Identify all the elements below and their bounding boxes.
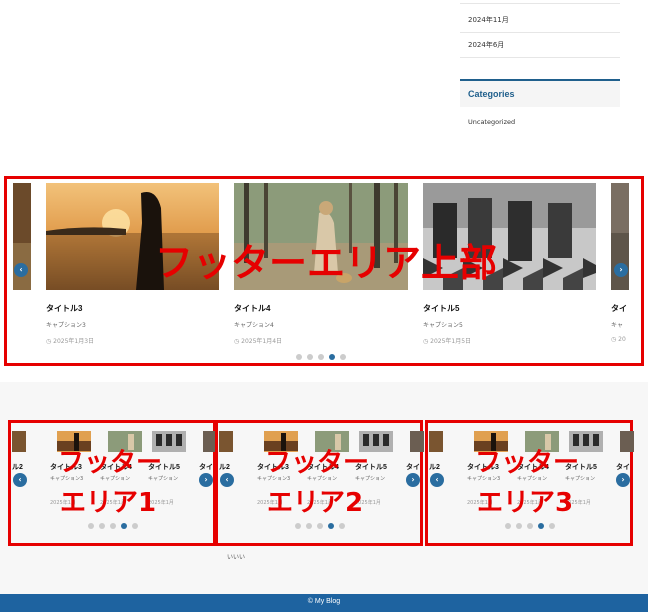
footer-area-overlay-label-line2: エリア1 — [60, 488, 157, 518]
copyright-text: © My Blog — [307, 598, 341, 605]
slider-prev-button[interactable]: ‹ — [14, 263, 28, 277]
mini-slider-dot[interactable] — [88, 523, 94, 529]
slide-caption: キャプション5 — [423, 322, 463, 329]
chevron-right-icon: › — [204, 475, 208, 484]
slide-date-text: 2025年1月4日 — [241, 338, 283, 345]
footer-area-overlay-label-line2: エリア3 — [477, 488, 574, 518]
chevron-left-icon: ‹ — [435, 475, 439, 484]
categories-widget-header: Categories — [460, 79, 620, 107]
chevron-left-icon: ‹ — [19, 265, 23, 274]
mini-slider-prev-button[interactable]: ‹ — [220, 473, 234, 487]
slide-title[interactable]: タイトル4 — [234, 303, 270, 314]
mini-slide-title[interactable]: ル2 — [219, 462, 230, 472]
sidebar-divider — [460, 57, 620, 58]
slider-dot[interactable] — [318, 354, 324, 360]
chevron-right-icon: › — [619, 265, 623, 274]
slider-dot[interactable] — [307, 354, 313, 360]
mini-slider-dot[interactable] — [339, 523, 345, 529]
mini-slide-title[interactable]: タイ — [616, 462, 630, 472]
mini-slider-prev-button[interactable]: ‹ — [13, 473, 27, 487]
mini-slide-image[interactable] — [219, 431, 233, 452]
mini-slider-prev-button[interactable]: ‹ — [430, 473, 444, 487]
footer-area-overlay-label-line1: フッター — [475, 448, 580, 478]
mini-slide-image[interactable] — [12, 431, 26, 452]
mini-slider-dot[interactable] — [527, 523, 533, 529]
mini-slider-dot[interactable] — [516, 523, 522, 529]
slider-dot[interactable] — [340, 354, 346, 360]
sidebar-divider — [460, 32, 620, 33]
slide-date: ◷ 20 — [611, 336, 626, 343]
slide-caption: キャプション3 — [46, 322, 86, 329]
mini-slider-next-button[interactable]: › — [199, 473, 213, 487]
mini-slide-title[interactable]: ル2 — [12, 462, 23, 472]
slide-date-text: 2025年1月3日 — [53, 338, 95, 345]
chevron-right-icon: › — [411, 475, 415, 484]
footer-area-overlay-label-line1: フッター — [58, 448, 163, 478]
footer-text: いいい — [227, 554, 246, 561]
mini-slide-image[interactable] — [620, 431, 634, 452]
footer-area-overlay-label-line1: フッター — [265, 448, 370, 478]
slide-caption: キャプション4 — [234, 322, 274, 329]
chevron-right-icon: › — [621, 475, 625, 484]
footer-area-overlay-label-line2: エリア2 — [267, 488, 364, 518]
mini-slider-next-button[interactable]: › — [406, 473, 420, 487]
mini-slide-title[interactable]: タイ — [406, 462, 420, 472]
mini-slider-dot[interactable] — [132, 523, 138, 529]
slider-dot-active[interactable] — [329, 354, 335, 360]
category-link-uncategorized[interactable]: Uncategorized — [468, 118, 515, 126]
slide-date-text: 20 — [618, 336, 626, 343]
slide-date: ◷ 2025年1月5日 — [423, 338, 472, 345]
mini-slider-dot[interactable] — [295, 523, 301, 529]
slide-date: ◷ 2025年1月4日 — [234, 338, 283, 345]
categories-title: Categories — [468, 89, 515, 99]
slider-next-button[interactable]: › — [614, 263, 628, 277]
mini-slider-dot[interactable] — [317, 523, 323, 529]
archive-link-2024-06[interactable]: 2024年6月 — [468, 40, 504, 50]
chevron-left-icon: ‹ — [18, 475, 22, 484]
mini-slider-dot-active[interactable] — [121, 523, 127, 529]
slider-dot[interactable] — [296, 354, 302, 360]
mini-slide-image[interactable] — [410, 431, 424, 452]
chevron-left-icon: ‹ — [225, 475, 229, 484]
mini-slide-image[interactable] — [429, 431, 443, 452]
mini-slider-dot[interactable] — [110, 523, 116, 529]
mini-slider-next-button[interactable]: › — [616, 473, 630, 487]
slide-title[interactable]: タイトル5 — [423, 303, 459, 314]
mini-slider-dot[interactable] — [505, 523, 511, 529]
mini-slide-title[interactable]: ル2 — [429, 462, 440, 472]
slide-date-text: 2025年1月5日 — [430, 338, 472, 345]
footer-top-overlay-label: フッターエリア上部 — [155, 241, 498, 285]
sidebar-divider — [460, 3, 620, 4]
mini-slider-dot-active[interactable] — [538, 523, 544, 529]
mini-slider-dot-active[interactable] — [328, 523, 334, 529]
slide-title[interactable]: タイトル3 — [46, 303, 82, 314]
mini-slider-dot[interactable] — [99, 523, 105, 529]
mini-slider-dot[interactable] — [549, 523, 555, 529]
archive-link-2024-11[interactable]: 2024年11月 — [468, 15, 509, 25]
slide-caption: キャ — [611, 322, 624, 329]
mini-slider-dot[interactable] — [306, 523, 312, 529]
slide-title[interactable]: タイ — [611, 303, 627, 314]
copyright-bar: © My Blog — [0, 594, 648, 612]
slide-date: ◷ 2025年1月3日 — [46, 338, 95, 345]
mini-slide-title[interactable]: タイ — [199, 462, 213, 472]
